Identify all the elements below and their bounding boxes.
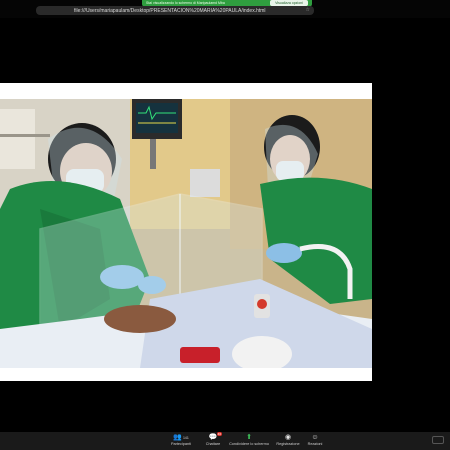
- end-meeting-button[interactable]: [432, 436, 444, 444]
- participants-button[interactable]: 👥 141 Partecipanti: [164, 433, 198, 447]
- chat-label: Chattare: [205, 442, 221, 446]
- chat-badge: 46: [216, 432, 222, 436]
- chat-button[interactable]: 💬 46 Chattare: [196, 432, 230, 447]
- smiley-plus-icon: ☺: [311, 434, 319, 441]
- people-icon: 👥: [173, 434, 182, 441]
- share-screen-icon: ⬆: [246, 434, 252, 441]
- share-label: Condividere lo schermo: [229, 442, 269, 446]
- share-screen-button[interactable]: ⬆ Condividere lo schermo: [229, 433, 269, 447]
- address-bar[interactable]: file:///Users/mariapaulam/Desktop/PRESEN…: [36, 6, 314, 15]
- bookmark-icon[interactable]: ☆: [306, 7, 310, 14]
- url-text: file:///Users/mariapaulam/Desktop/PRESEN…: [74, 7, 266, 14]
- record-icon: ◉: [284, 434, 292, 441]
- window-top-bar: Stai visualizzando lo schermo di Maripau…: [0, 0, 450, 18]
- reactions-button[interactable]: ☺ Reazioni: [298, 433, 332, 447]
- participants-count: 141: [182, 435, 189, 440]
- participants-label: Partecipanti: [170, 442, 192, 446]
- meeting-toolbar: 👥 141 Partecipanti 💬 46 Chattare ⬆ Condi…: [0, 432, 450, 450]
- shared-slide: [0, 83, 372, 381]
- reactions-label: Reazioni: [307, 442, 323, 446]
- icu-photo: [0, 99, 372, 368]
- record-label: Registrazione: [276, 442, 300, 446]
